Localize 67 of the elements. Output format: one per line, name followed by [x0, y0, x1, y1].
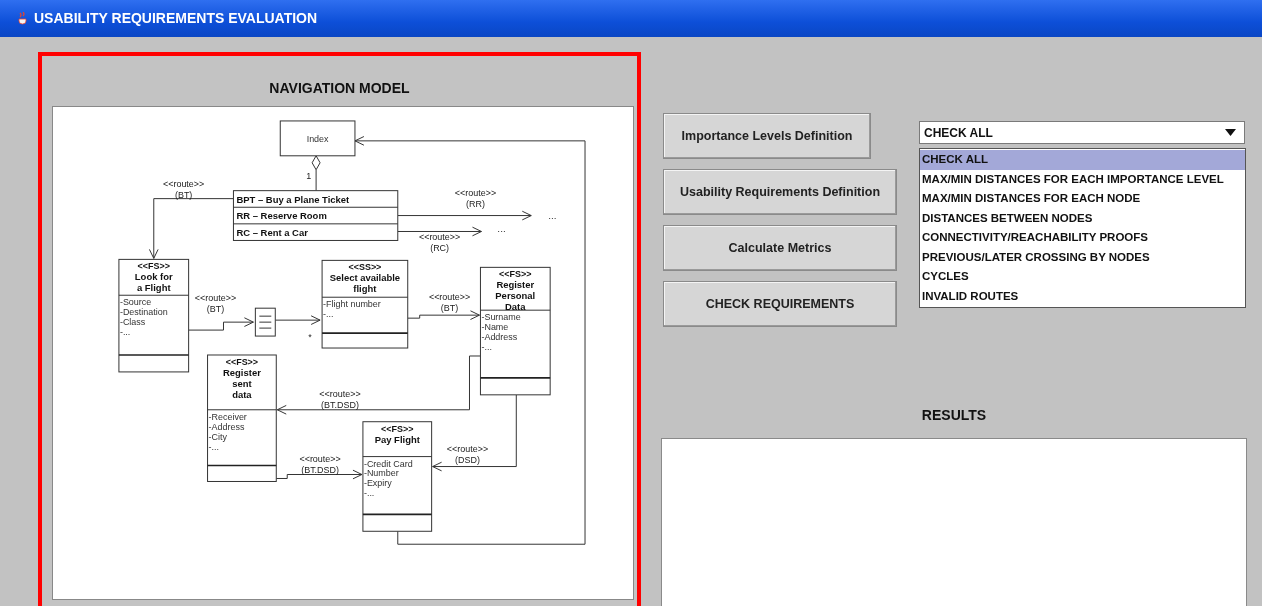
stereotype-label: <<FS>>	[225, 356, 259, 367]
action-button[interactable]: Calculate Metrics	[663, 225, 897, 271]
attribute-label: -Source	[119, 297, 152, 308]
attribute-label: -Number	[363, 468, 399, 479]
multiplicity-label: 1	[306, 170, 312, 181]
attribute-label: -Receiver	[208, 411, 247, 422]
route-label: <<route>>	[163, 178, 205, 189]
menu-entry: BPT – Buy a Plane Ticket	[236, 193, 350, 205]
attribute-label: -...	[363, 488, 375, 499]
caret-icon	[1225, 129, 1236, 136]
class-title: Register Personal Data	[495, 279, 536, 313]
route-label: <<route>>	[319, 388, 361, 399]
attribute-label: -Name	[481, 322, 509, 333]
route-arrow	[188, 317, 254, 331]
route-label: <<route>>	[428, 292, 471, 303]
continuation-mark: ...	[548, 209, 557, 221]
window-title: USABILITY REQUIREMENTS EVALUATION	[34, 9, 318, 28]
route-label: (RR)	[466, 198, 485, 209]
list-icon	[254, 307, 276, 337]
route-arrow	[274, 315, 321, 325]
node-title: Index	[306, 133, 329, 144]
class-title: Register sent data	[223, 366, 261, 400]
check-dropdown[interactable]: CHECK ALL	[919, 121, 1245, 144]
stereotype-label: <<FS>>	[381, 423, 414, 434]
route-label: (BT.DSD)	[301, 464, 339, 475]
route-label: (DSD)	[455, 454, 480, 465]
attribute-label: -...	[119, 327, 131, 338]
route-label: (BT.DSD)	[321, 399, 359, 410]
attribute-label: -Flight number	[323, 299, 381, 310]
attribute-label: -Address	[481, 332, 518, 343]
route-label: (RC)	[430, 243, 450, 254]
attribute-label: -...	[323, 309, 334, 320]
route-label: (BT)	[174, 189, 193, 200]
multiplicity-label: *	[308, 332, 312, 343]
class-title: Select available flight	[329, 272, 401, 295]
attribute-label: -Destination	[119, 307, 168, 318]
action-button[interactable]: Importance Levels Definition	[663, 113, 871, 159]
dropdown-option[interactable]: CHECK ALL	[920, 150, 1245, 170]
route-label: <<route>>	[194, 293, 237, 304]
continuation-mark: ...	[497, 223, 506, 235]
results-title: RESULTS	[921, 406, 987, 425]
route-label: (BT)	[206, 304, 225, 315]
route-label: <<route>>	[454, 187, 497, 198]
route-label: <<route>>	[299, 453, 341, 464]
action-button[interactable]: CHECK REQUIREMENTS	[663, 281, 897, 327]
stereotype-label: <<SS>>	[348, 262, 382, 273]
cup-icon	[18, 12, 28, 25]
attribute-label: -...	[208, 441, 219, 452]
action-button[interactable]: Usability Requirements Definition	[663, 169, 897, 215]
class-title: Look for a Flight	[134, 271, 173, 294]
route-label: (BT)	[440, 303, 459, 314]
attribute-label: -Class	[119, 317, 146, 328]
panel-title: NAVIGATION MODEL	[269, 79, 410, 98]
menu-entry: RC – Rent a Car	[236, 226, 308, 238]
menu-entry: RR – Reserve Room	[236, 210, 327, 222]
attribute-label: -Credit Card	[363, 458, 413, 469]
class-title: Pay Flight	[374, 433, 420, 445]
attribute-label: -Surname	[481, 312, 521, 323]
stereotype-label: <<FS>>	[499, 269, 532, 280]
attribute-label: -...	[481, 342, 492, 352]
route-label: <<route>>	[418, 232, 461, 243]
route-label: <<route>>	[446, 443, 489, 454]
attribute-label: -Address	[208, 421, 245, 432]
attribute-label: -Expiry	[363, 478, 392, 489]
stereotype-label: <<FS>>	[137, 261, 170, 272]
aggregation-line	[311, 155, 321, 192]
attribute-label: -City	[208, 431, 227, 442]
